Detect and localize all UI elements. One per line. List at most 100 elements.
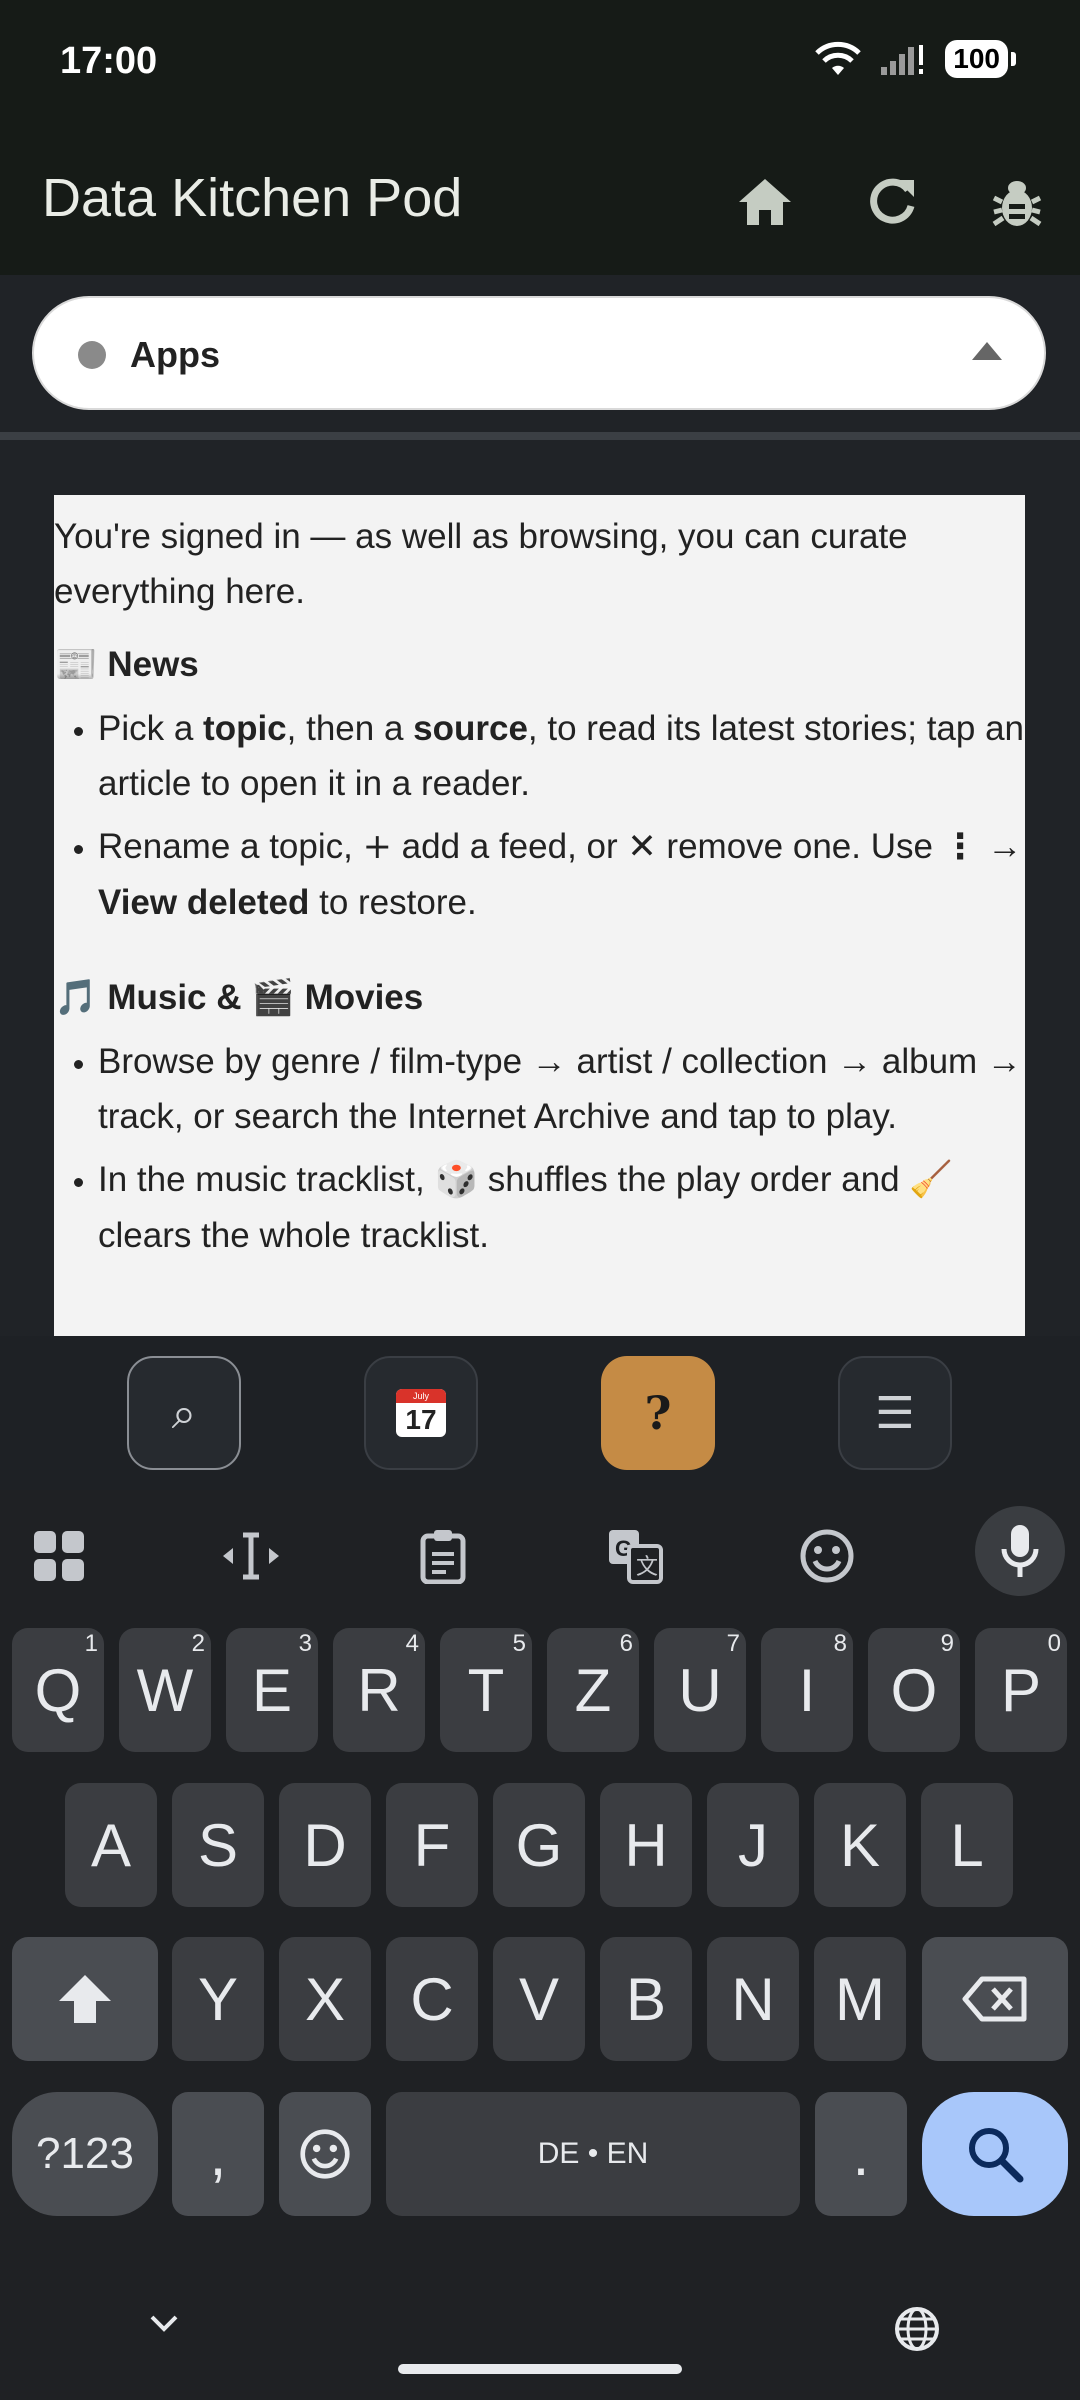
media-list: Browse by genre / film-type → artist / c… [54,1034,1025,1263]
hide-keyboard-icon[interactable] [146,2305,182,2341]
key-k[interactable]: K [814,1783,906,1907]
key-j[interactable]: J [707,1783,799,1907]
key-w[interactable]: W2 [119,1628,211,1752]
bottom-toolbar: ⌕ July 17 ? ☰ [0,1336,1080,1490]
smiley-icon [300,2129,350,2179]
key-q[interactable]: Q1 [12,1628,104,1752]
key-u[interactable]: U7 [654,1628,746,1752]
backspace-key[interactable] [922,1937,1068,2061]
smiley-icon [800,1529,854,1583]
list-item: Browse by genre / film-type → artist / c… [98,1034,1025,1144]
intro-text: You're signed in — as well as browsing, … [54,517,908,611]
globe-icon[interactable] [893,2305,941,2353]
key-c[interactable]: C [386,1937,478,2061]
search-enter-key[interactable] [922,2092,1068,2216]
content-area[interactable]: You're signed in — as well as browsing, … [0,440,1080,1336]
wifi-icon [815,41,862,75]
calendar-icon: July 17 [396,1389,446,1437]
bug-icon [992,181,1042,227]
debug-button[interactable] [985,170,1049,234]
key-hint: 5 [512,1630,526,1657]
search-icon [969,2128,1024,2183]
key-l[interactable]: L [921,1783,1013,1907]
keyboard: G 文 Q1W2E3R4T5Z6U7I8O9P0 ASDFGHJKL YXCVB… [0,1490,1080,2400]
translate-icon: G 文 [609,1530,663,1584]
text-cursor-icon [223,1532,279,1580]
text-cursor-button[interactable] [211,1516,291,1596]
key-v[interactable]: V [493,1937,585,2061]
key-t[interactable]: T5 [440,1628,532,1752]
symbols-key[interactable]: ?123 [12,2092,158,2216]
key-g[interactable]: G [493,1783,585,1907]
key-hint: 7 [726,1630,740,1657]
key-b[interactable]: B [600,1937,692,2061]
broom-icon: 🧹 [909,1160,953,1200]
app-bar: Data Kitchen Pod [0,125,1080,275]
key-x[interactable]: X [279,1937,371,2061]
grid-icon [34,1531,84,1581]
clapperboard-icon: 🎬 [251,978,295,1018]
key-e[interactable]: E3 [226,1628,318,1752]
music-note-icon: 🎵 [54,978,98,1018]
shift-key[interactable] [12,1937,158,2061]
key-d[interactable]: D [279,1783,371,1907]
comma-key[interactable]: , [172,2092,264,2216]
app-selector-dropdown[interactable]: Apps [32,296,1046,410]
selector-label: Apps [130,334,220,375]
key-a[interactable]: A [65,1783,157,1907]
battery-indicator: 100 [945,40,1016,78]
key-n[interactable]: N [707,1937,799,2061]
home-indicator[interactable] [398,2364,682,2374]
key-hint: 9 [940,1630,954,1657]
key-s[interactable]: S [172,1783,264,1907]
key-z[interactable]: Z6 [547,1628,639,1752]
key-m[interactable]: M [814,1937,906,2061]
list-item: In the music tracklist, 🎲 shuffles the p… [98,1152,1025,1263]
home-button[interactable] [733,170,797,234]
space-key[interactable]: DE • EN [386,2092,800,2216]
close-icon: ✕ [627,827,657,867]
status-dot-icon [78,341,106,369]
news-list: Pick a topic, then a source, to read its… [54,701,1025,930]
caret-up-icon [972,342,1002,360]
key-hint: 0 [1047,1630,1061,1657]
media-heading: 🎵 Music & 🎬 Movies [54,978,424,1018]
menu-button[interactable]: ☰ [838,1356,952,1470]
help-button[interactable]: ? [601,1356,715,1470]
key-hint: 1 [84,1630,98,1657]
key-hint: 2 [191,1630,205,1657]
calendar-button[interactable]: July 17 [364,1356,478,1470]
more-vert-icon: ⋮ [942,827,978,867]
emoji-key[interactable] [279,2092,371,2216]
voice-input-button[interactable] [975,1506,1065,1596]
menu-icon: ☰ [875,1387,915,1439]
app-title: Data Kitchen Pod [42,168,463,228]
refresh-button[interactable] [860,170,924,234]
key-f[interactable]: F [386,1783,478,1907]
search-button[interactable]: ⌕ [127,1356,241,1470]
key-h[interactable]: H [600,1783,692,1907]
translate-button[interactable]: G 文 [595,1516,675,1596]
divider [0,432,1080,440]
emoji-button[interactable] [787,1516,867,1596]
key-r[interactable]: R4 [333,1628,425,1752]
news-title: News [107,645,199,684]
key-p[interactable]: P0 [975,1628,1067,1752]
refresh-icon [870,178,915,224]
status-bar: 17:00 100 [0,0,1080,125]
apps-grid-button[interactable] [19,1516,99,1596]
shift-icon [59,1975,111,2023]
key-i[interactable]: I8 [761,1628,853,1752]
newspaper-icon: 📰 [54,645,98,685]
key-o[interactable]: O9 [868,1628,960,1752]
status-icons: 100 [815,40,1016,78]
plus-icon: + [362,827,392,867]
key-y[interactable]: Y [172,1937,264,2061]
period-key[interactable]: . [815,2092,907,2216]
clipboard-button[interactable] [403,1516,483,1596]
key-hint: 3 [298,1630,312,1657]
signal-icon [881,45,924,75]
home-icon [739,179,791,225]
clipboard-icon [420,1530,466,1584]
search-icon: ⌕ [171,1387,197,1439]
